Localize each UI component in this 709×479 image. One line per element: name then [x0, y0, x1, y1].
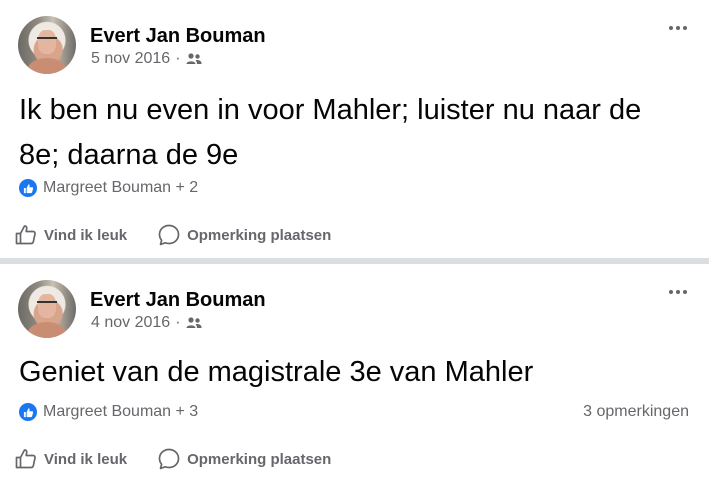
- reactions-label: Margreet Bouman + 2: [43, 179, 199, 196]
- post-text: Geniet van de magistrale 3e van Mahler: [19, 356, 534, 388]
- post-meta: 4 nov 2016 ·: [91, 314, 202, 332]
- avatar[interactable]: [18, 16, 76, 74]
- like-button[interactable]: Vind ik leuk: [14, 223, 127, 247]
- reactions-summary[interactable]: Margreet Bouman + 2: [19, 179, 198, 197]
- comments-count[interactable]: 3 opmerkingen: [583, 403, 689, 421]
- comment-label: Opmerking plaatsen: [187, 226, 332, 244]
- more-options-icon[interactable]: [669, 290, 687, 294]
- action-bar: Vind ik leuk Opmerking plaatsen: [14, 447, 331, 471]
- comment-bubble-icon: [158, 224, 180, 246]
- reactions-summary[interactable]: Margreet Bouman + 3: [19, 403, 198, 421]
- meta-separator: ·: [175, 50, 181, 67]
- post-text: Ik ben nu even in voor Mahler; luister n…: [19, 94, 642, 171]
- meta-separator: ·: [175, 314, 181, 331]
- comment-bubble-icon: [158, 448, 180, 470]
- friends-icon: [186, 317, 202, 328]
- thumbs-up-icon: [15, 225, 36, 245]
- like-label: Vind ik leuk: [44, 450, 128, 468]
- post-date[interactable]: 4 nov 2016: [91, 314, 170, 332]
- reactions-label: Margreet Bouman + 3: [43, 403, 199, 420]
- comment-button[interactable]: Opmerking plaatsen: [157, 223, 331, 247]
- like-reaction-icon: [19, 179, 37, 197]
- post-meta: 5 nov 2016 ·: [91, 50, 202, 68]
- author-name[interactable]: Evert Jan Bouman: [90, 289, 266, 312]
- action-bar: Vind ik leuk Opmerking plaatsen: [14, 223, 331, 247]
- like-label: Vind ik leuk: [44, 226, 128, 244]
- post-card: Evert Jan Bouman 4 nov 2016 · Geniet van…: [0, 264, 709, 479]
- more-options-icon[interactable]: [669, 26, 687, 30]
- comment-button[interactable]: Opmerking plaatsen: [157, 447, 331, 471]
- comment-label: Opmerking plaatsen: [187, 450, 332, 468]
- thumbs-up-icon: [15, 449, 36, 469]
- like-button[interactable]: Vind ik leuk: [14, 447, 127, 471]
- avatar[interactable]: [18, 280, 76, 338]
- post-card: Evert Jan Bouman 5 nov 2016 · Ik ben nu …: [0, 0, 709, 258]
- friends-icon: [186, 53, 202, 64]
- like-reaction-icon: [19, 403, 37, 421]
- post-date[interactable]: 5 nov 2016: [91, 50, 170, 68]
- author-name[interactable]: Evert Jan Bouman: [90, 25, 266, 48]
